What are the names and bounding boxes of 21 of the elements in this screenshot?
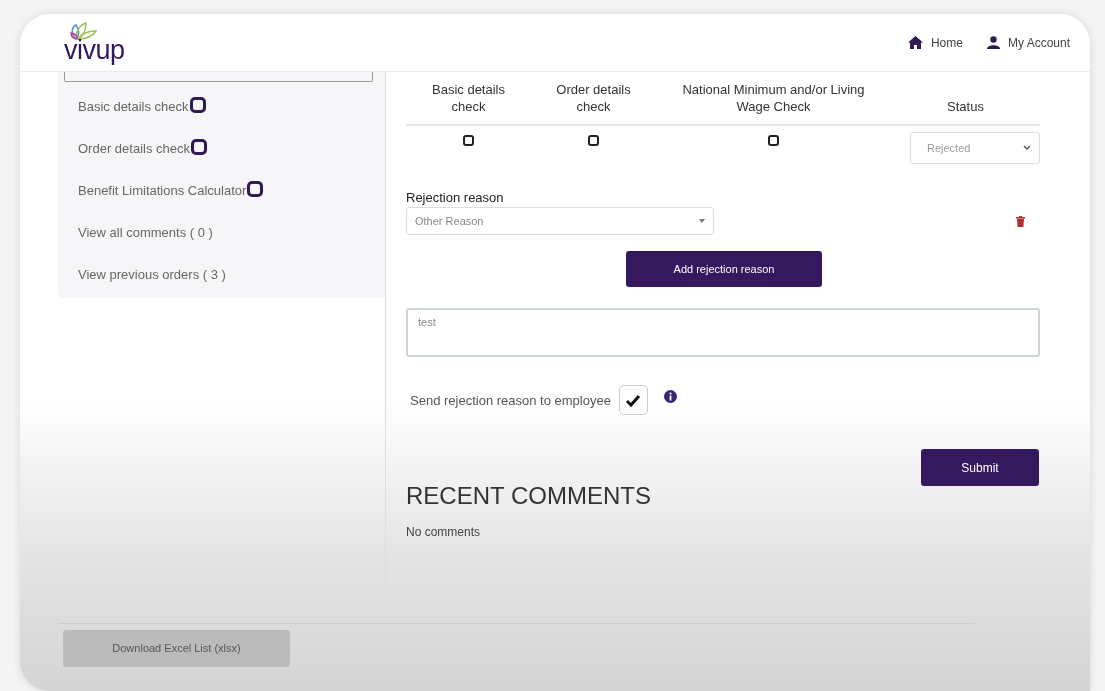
column-header: Order details check [555, 82, 632, 116]
sidebar-link[interactable]: View all comments ( 0 ) [78, 222, 213, 242]
column-header: National Minimum and/or Living Wage Check [681, 82, 866, 116]
sidebar-link[interactable]: View previous orders ( 3 ) [78, 264, 226, 284]
reason-select[interactable]: Other Reason [406, 207, 714, 236]
section-heading: RECENT COMMENTS [406, 482, 652, 512]
checkbox-label: Basic details check [78, 97, 189, 116]
comment-text: No comments [406, 524, 482, 542]
checkbox-label: Benefit Limitations Calculator [78, 181, 247, 200]
submit-button[interactable]: Submit [921, 449, 1039, 487]
logo[interactable]: vivup [64, 37, 125, 64]
nav-link[interactable]: Home [907, 33, 963, 52]
field-label: Rejection reason [406, 188, 505, 207]
column-header: Basic details check [431, 82, 506, 116]
column-header: Status [946, 98, 985, 116]
nav-link[interactable]: My Account [986, 33, 1070, 52]
status-select[interactable]: Rejected [910, 131, 1040, 164]
note-field[interactable]: test [406, 308, 1040, 358]
checkbox-label: Send rejection reason to employee [410, 391, 611, 410]
checkbox-label: Order details check [78, 139, 190, 158]
add-button[interactable]: Add rejection reason [626, 251, 822, 288]
